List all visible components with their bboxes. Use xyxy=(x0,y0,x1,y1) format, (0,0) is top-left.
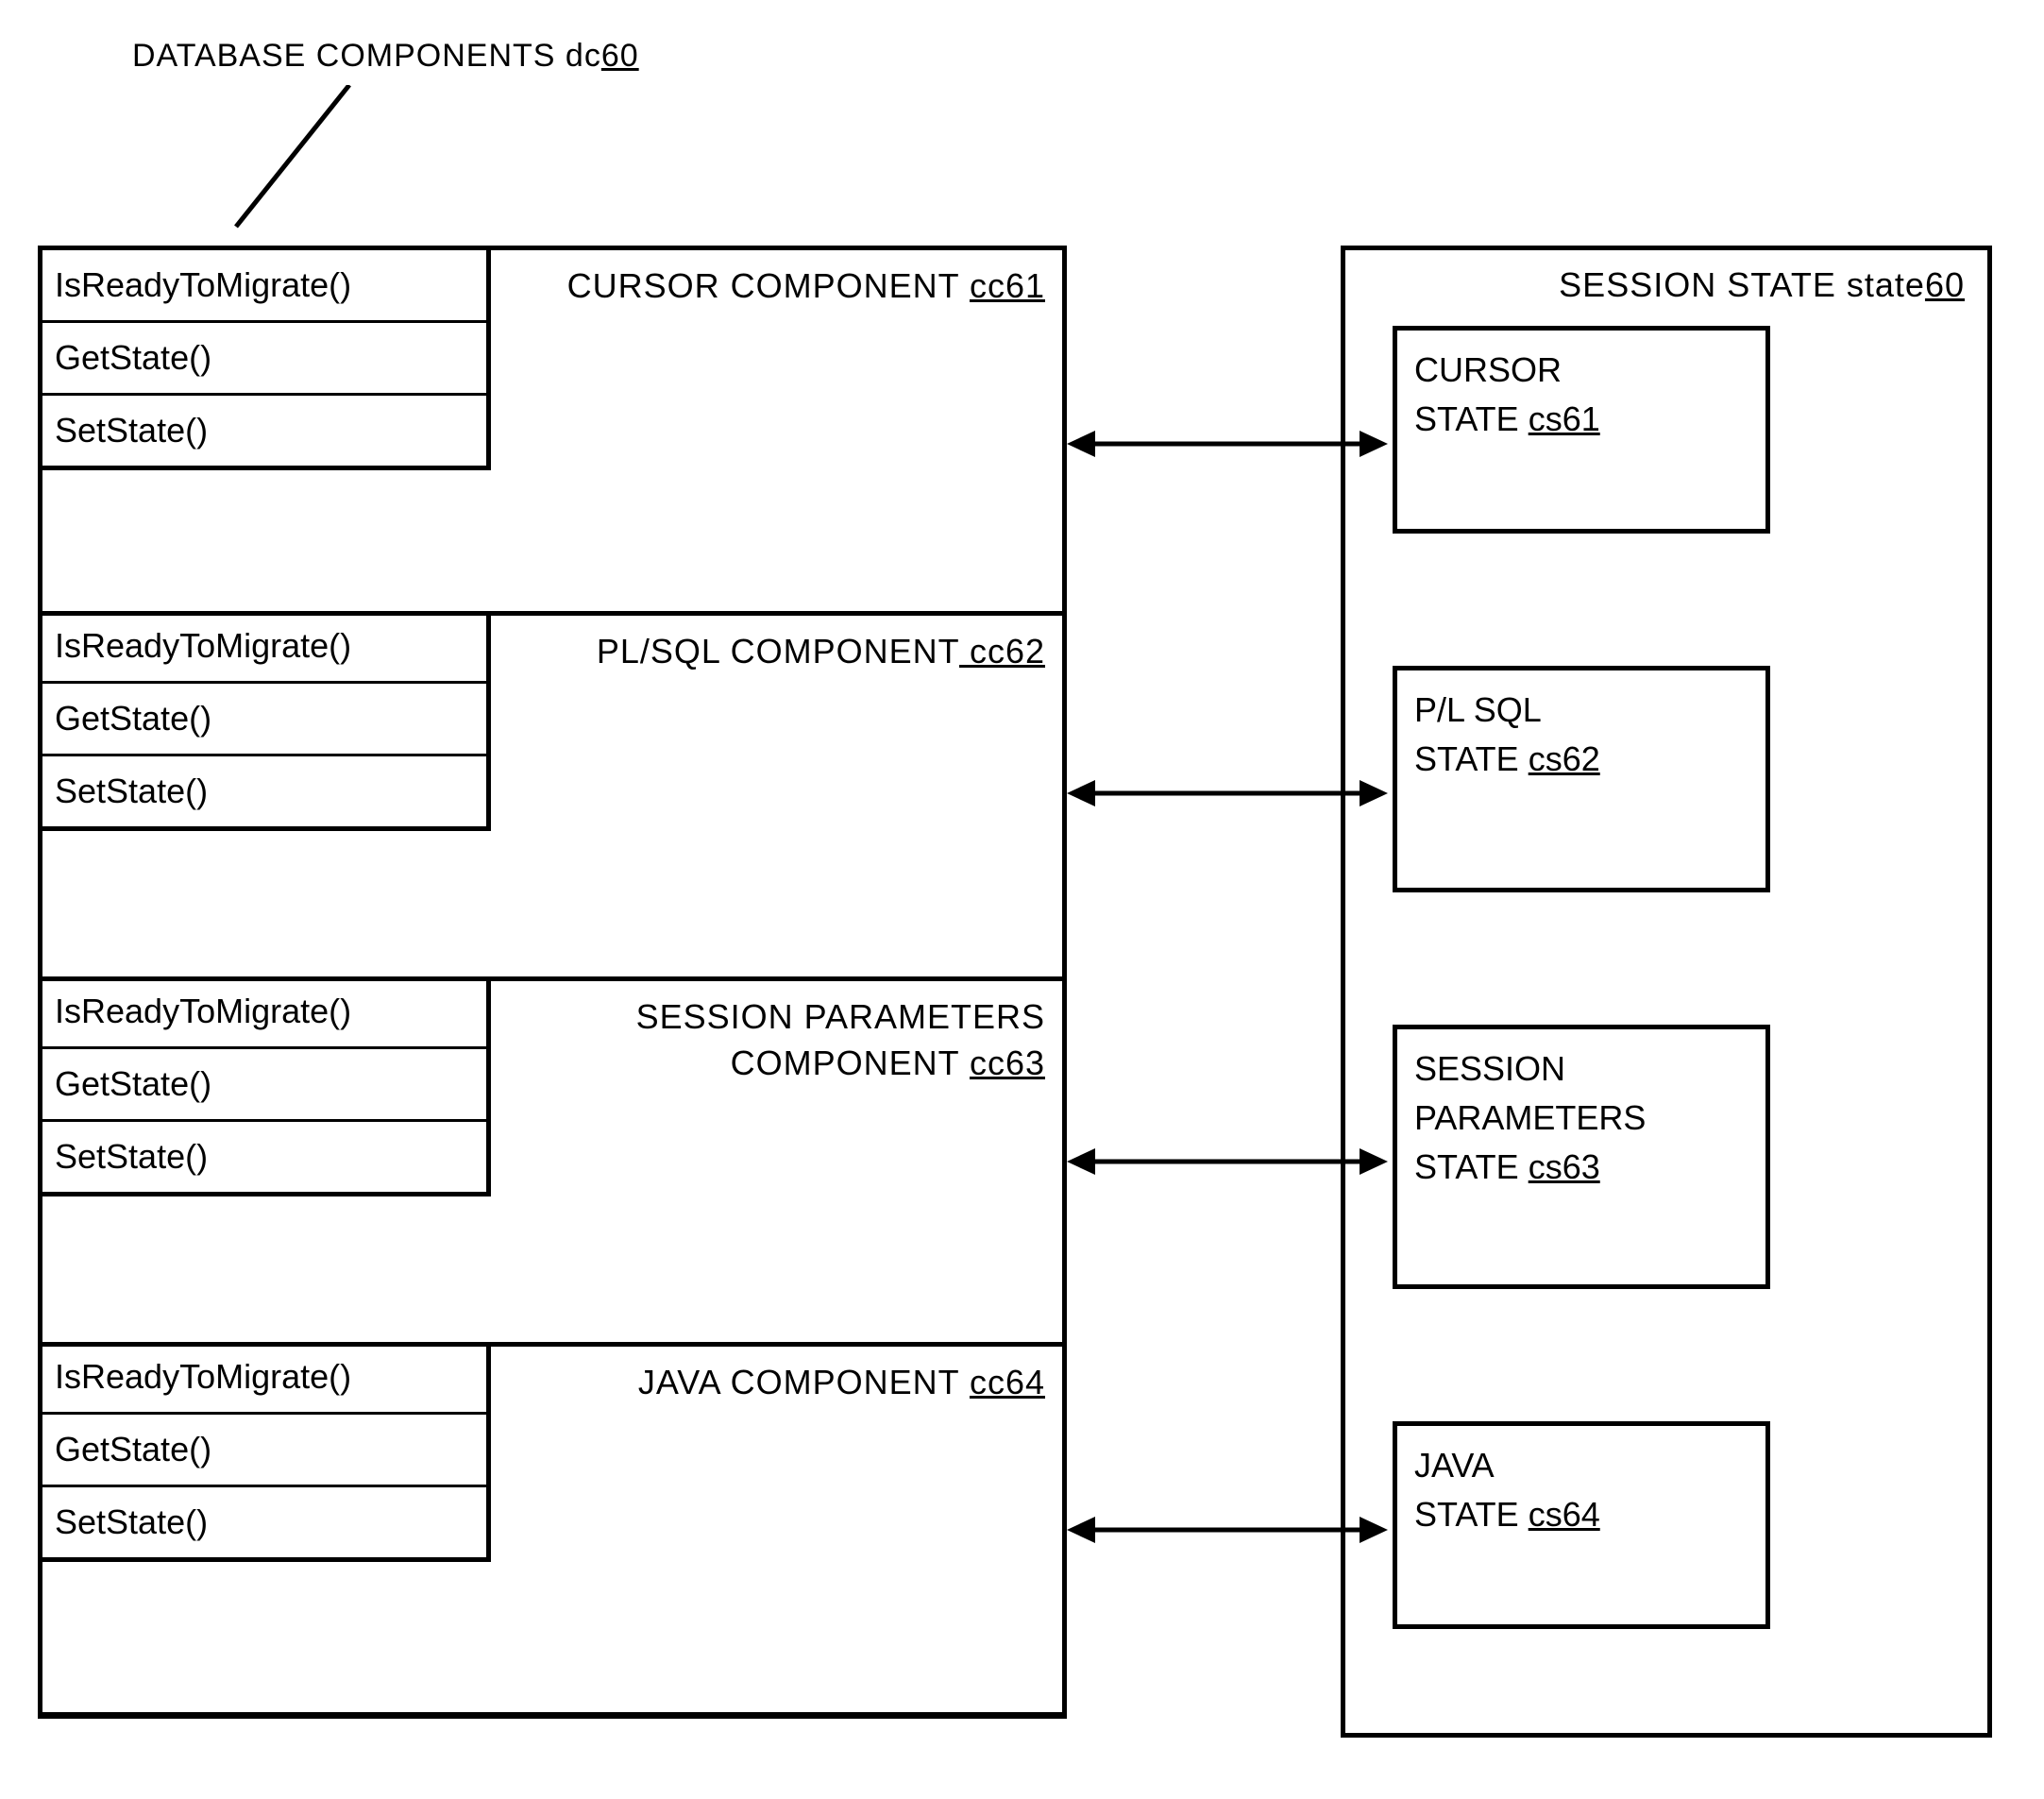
header-label: DATABASE COMPONENTS dc60 xyxy=(132,38,639,75)
session-state-box: SESSION STATE state60 CURSOR STATE cs61 … xyxy=(1341,246,1992,1738)
arrow-plsql xyxy=(1057,774,1397,812)
cursor-state-box: CURSOR STATE cs61 xyxy=(1393,326,1770,534)
header-ref: 60 xyxy=(601,38,639,74)
method-isready: IsReadyToMigrate() xyxy=(38,611,486,684)
java-methods: IsReadyToMigrate() GetState() SetState() xyxy=(38,1342,491,1562)
plsql-state-box: P/L SQL STATE cs62 xyxy=(1393,666,1770,892)
session-params-state-box: SESSION PARAMETERS STATE cs63 xyxy=(1393,1025,1770,1289)
cursor-component-label: CURSOR COMPONENT cc61 xyxy=(567,263,1045,310)
header-text: DATABASE COMPONENTS dc xyxy=(132,38,601,74)
method-isready: IsReadyToMigrate() xyxy=(38,1342,486,1415)
plsql-component-label: PL/SQL COMPONENT cc62 xyxy=(597,629,1045,675)
arrow-java xyxy=(1057,1511,1397,1549)
pointer-line xyxy=(227,85,378,236)
method-getstate: GetState() xyxy=(38,684,486,756)
method-setstate: SetState() xyxy=(38,756,486,826)
method-isready: IsReadyToMigrate() xyxy=(38,976,486,1049)
java-component-label: JAVA COMPONENT cc64 xyxy=(638,1360,1045,1406)
method-setstate: SetState() xyxy=(38,1487,486,1557)
plsql-methods: IsReadyToMigrate() GetState() SetState() xyxy=(38,611,491,831)
diagram-root: DATABASE COMPONENTS dc60 IsReadyToMigrat… xyxy=(38,38,2006,1761)
method-getstate: GetState() xyxy=(38,1049,486,1122)
session-state-title: SESSION STATE state60 xyxy=(1368,265,1965,305)
session-params-component-block: IsReadyToMigrate() GetState() SetState()… xyxy=(42,976,1062,1342)
plsql-component-block: IsReadyToMigrate() GetState() SetState()… xyxy=(42,611,1062,976)
method-getstate: GetState() xyxy=(38,1415,486,1487)
database-components-box: IsReadyToMigrate() GetState() SetState()… xyxy=(38,246,1067,1719)
method-setstate: SetState() xyxy=(38,1122,486,1192)
java-state-box: JAVA STATE cs64 xyxy=(1393,1421,1770,1629)
java-component-block: IsReadyToMigrate() GetState() SetState()… xyxy=(42,1342,1062,1707)
arrow-session-params xyxy=(1057,1143,1397,1180)
method-isready: IsReadyToMigrate() xyxy=(38,250,486,323)
session-params-methods: IsReadyToMigrate() GetState() SetState() xyxy=(38,976,491,1197)
method-getstate: GetState() xyxy=(38,323,486,396)
arrow-cursor xyxy=(1057,425,1397,463)
method-setstate: SetState() xyxy=(38,396,486,466)
session-params-component-label: SESSION PARAMETERS COMPONENT cc63 xyxy=(636,994,1045,1086)
cursor-methods: IsReadyToMigrate() GetState() SetState() xyxy=(38,250,491,470)
cursor-component-block: IsReadyToMigrate() GetState() SetState()… xyxy=(42,250,1062,611)
